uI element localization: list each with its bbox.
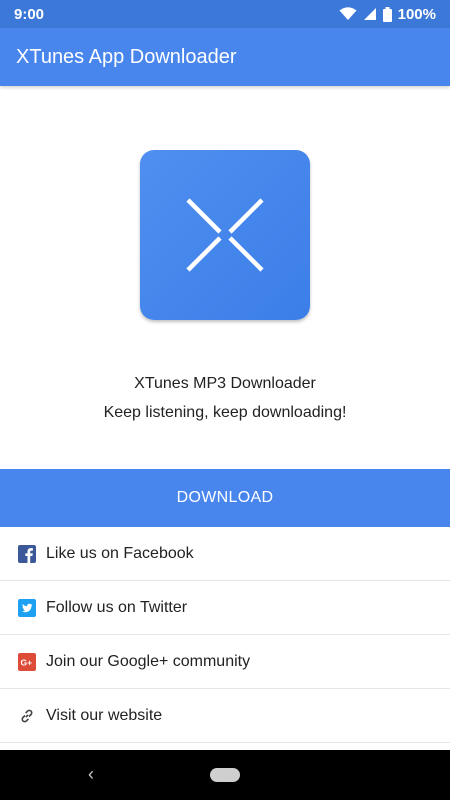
twitter-link[interactable]: Follow us on Twitter: [0, 581, 450, 635]
social-links-list: Like us on Facebook Follow us on Twitter…: [0, 527, 450, 743]
back-icon[interactable]: ‹: [88, 764, 94, 785]
status-icons: 100%: [339, 6, 436, 23]
battery-icon: [382, 6, 392, 22]
wifi-icon: [339, 7, 357, 21]
facebook-icon: [18, 544, 36, 563]
google-plus-icon: G+: [18, 652, 36, 671]
link-icon: [18, 707, 36, 725]
download-button[interactable]: DOWNLOAD: [0, 469, 450, 527]
google-plus-link[interactable]: G+ Join our Google+ community: [0, 635, 450, 689]
download-button-label: DOWNLOAD: [176, 489, 274, 506]
website-link-label: Visit our website: [46, 706, 163, 724]
google-plus-link-label: Join our Google+ community: [46, 652, 251, 670]
website-link[interactable]: Visit our website: [0, 689, 450, 743]
battery-level: 100%: [397, 5, 436, 23]
navigation-bar: ‹: [0, 750, 450, 800]
app-logo-icon: [140, 150, 310, 320]
app-name: XTunes MP3 Downloader: [134, 375, 316, 392]
status-time: 9:00: [14, 5, 45, 23]
facebook-link-label: Like us on Facebook: [46, 544, 194, 562]
twitter-icon: [18, 598, 36, 617]
home-pill-button[interactable]: [210, 768, 240, 782]
facebook-link[interactable]: Like us on Facebook: [0, 527, 450, 581]
signal-icon: [363, 7, 377, 21]
svg-text:G+: G+: [21, 657, 33, 667]
status-bar: 9:00 100%: [0, 0, 450, 28]
twitter-link-label: Follow us on Twitter: [46, 598, 188, 616]
app-title: XTunes App Downloader: [16, 45, 237, 68]
app-tagline: Keep listening, keep downloading!: [103, 404, 347, 421]
app-bar: XTunes App Downloader: [0, 28, 450, 86]
